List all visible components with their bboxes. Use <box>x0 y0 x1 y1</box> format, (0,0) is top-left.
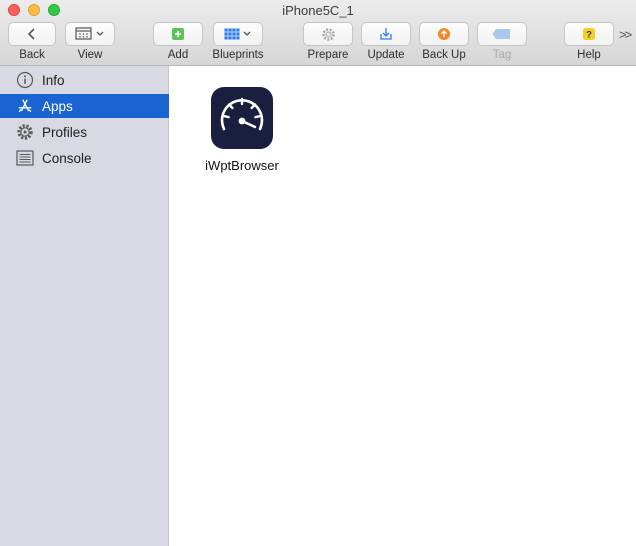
sidebar: Info Apps Profiles Console <box>0 66 169 546</box>
sidebar-item-info[interactable]: Info <box>0 68 169 92</box>
sidebar-item-label: Info <box>42 72 65 88</box>
chevron-left-icon <box>27 28 35 40</box>
update-button[interactable] <box>361 22 411 46</box>
window: iPhone5C_1 Back View Add Blueprints Prep… <box>0 0 636 546</box>
svg-text:?: ? <box>586 30 592 41</box>
sidebar-item-label: Console <box>42 150 92 166</box>
update-label: Update <box>367 49 405 61</box>
app-store-icon <box>16 97 34 115</box>
sidebar-item-label: Profiles <box>42 124 88 140</box>
question-icon: ? <box>583 28 595 41</box>
gear-icon <box>321 27 335 41</box>
tag-toolbar-item[interactable]: Tag <box>477 22 527 61</box>
chevron-down-icon <box>243 31 251 36</box>
blueprints-toolbar-item[interactable]: Blueprints <box>209 22 267 61</box>
sidebar-item-apps[interactable]: Apps <box>0 94 169 118</box>
prepare-toolbar-item[interactable]: Prepare <box>303 22 353 61</box>
title-bar: iPhone5C_1 Back View Add Blueprints Prep… <box>0 0 636 66</box>
apps-content-area: iWptBrowser <box>169 66 636 546</box>
sidebar-item-console[interactable]: Console <box>0 146 169 170</box>
back-label: Back <box>19 49 45 61</box>
add-button[interactable] <box>153 22 203 46</box>
info-icon <box>16 71 34 89</box>
prepare-label: Prepare <box>307 49 349 61</box>
app-name: iWptBrowser <box>205 158 279 173</box>
update-toolbar-item[interactable]: Update <box>361 22 411 61</box>
toolbar-overflow-button[interactable]: >> <box>619 27 632 42</box>
tag-icon <box>492 29 510 39</box>
tag-label: Tag <box>492 49 512 61</box>
gear-icon <box>16 123 34 141</box>
sidebar-item-label: Apps <box>42 98 73 114</box>
back-button[interactable] <box>8 22 56 46</box>
help-label: Help <box>577 49 601 61</box>
backup-toolbar-item[interactable]: Back Up <box>419 22 469 61</box>
backup-button[interactable] <box>419 22 469 46</box>
speedometer-icon[interactable] <box>211 87 273 149</box>
sidebar-item-profiles[interactable]: Profiles <box>0 120 169 144</box>
calendar-grid-icon <box>75 27 92 40</box>
back-toolbar-item[interactable]: Back <box>8 22 56 61</box>
blueprint-grid-icon <box>224 28 240 40</box>
app-item[interactable]: iWptBrowser <box>199 87 285 173</box>
chevron-down-icon <box>96 31 104 36</box>
view-label: View <box>77 49 103 61</box>
upload-circle-icon <box>438 28 450 40</box>
prepare-button[interactable] <box>303 22 353 46</box>
backup-label: Back Up <box>422 49 466 61</box>
tag-button[interactable] <box>477 22 527 46</box>
view-toolbar-item[interactable]: View <box>65 22 115 61</box>
add-toolbar-item[interactable]: Add <box>153 22 203 61</box>
window-title: iPhone5C_1 <box>282 3 354 18</box>
blueprints-button[interactable] <box>213 22 263 46</box>
blueprints-label: Blueprints <box>212 49 264 61</box>
view-button[interactable] <box>65 22 115 46</box>
help-toolbar-item[interactable]: ? Help <box>564 22 614 61</box>
add-label: Add <box>167 49 189 61</box>
download-tray-icon <box>380 28 392 40</box>
console-icon <box>16 149 34 167</box>
plus-icon <box>172 28 184 40</box>
help-button[interactable]: ? <box>564 22 614 46</box>
